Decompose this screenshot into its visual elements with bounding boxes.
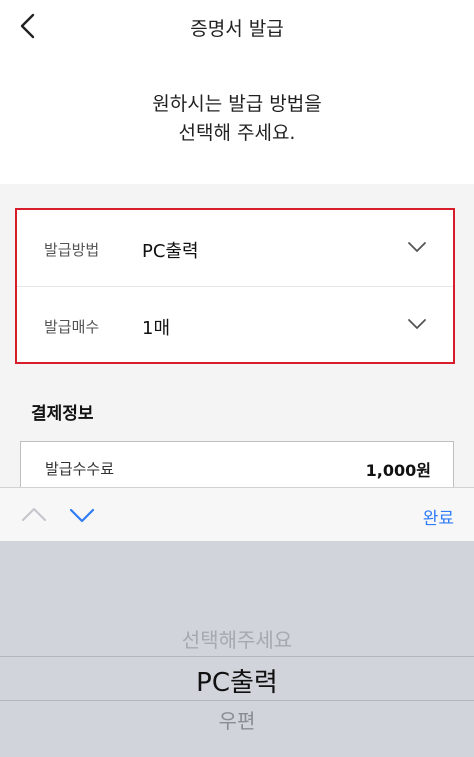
instruction-line-2: 선택해 주세요. — [178, 122, 296, 144]
chevron-up-icon — [22, 508, 46, 521]
fee-label: 발급수수료 — [45, 460, 115, 478]
issue-copies-label: 발급매수 — [44, 318, 100, 336]
nav-header: 증명서 발급 — [0, 0, 474, 52]
next-field-button[interactable] — [68, 504, 96, 526]
issue-copies-value: 1매 — [142, 318, 171, 339]
picker-option[interactable]: 선택해주세요 — [0, 624, 474, 653]
instruction-text: 원하시는 발급 방법을 선택해 주세요. — [0, 90, 474, 148]
picker-option-selected[interactable]: PC출력 — [0, 662, 474, 699]
picker-option[interactable]: 우편 — [0, 705, 474, 734]
chevron-down-icon — [69, 508, 95, 523]
payment-section-title: 결제정보 — [31, 404, 94, 424]
fee-value: 1,000원 — [365, 461, 431, 480]
issue-method-value: PC출력 — [142, 241, 199, 262]
issue-method-select[interactable]: 발급방법 PC출력 — [17, 210, 453, 287]
fee-row: 발급수수료 1,000원 — [20, 441, 454, 491]
picker-selection-line — [0, 656, 474, 657]
page-title: 증명서 발급 — [190, 18, 284, 40]
picker-selection-line — [0, 700, 474, 701]
done-button[interactable]: 완료 — [423, 504, 454, 529]
picker-toolbar: 완료 — [0, 487, 474, 542]
instruction-line-1: 원하시는 발급 방법을 — [152, 93, 322, 115]
previous-field-button[interactable] — [20, 504, 48, 526]
chevron-down-icon — [408, 242, 426, 252]
chevron-down-icon — [408, 319, 426, 329]
issue-method-label: 발급방법 — [44, 241, 100, 259]
option-picker[interactable]: 선택해주세요 PC출력 우편 — [0, 542, 474, 757]
issue-options-box: 발급방법 PC출력 발급매수 1매 — [15, 208, 455, 364]
issue-copies-select[interactable]: 발급매수 1매 — [17, 287, 453, 363]
